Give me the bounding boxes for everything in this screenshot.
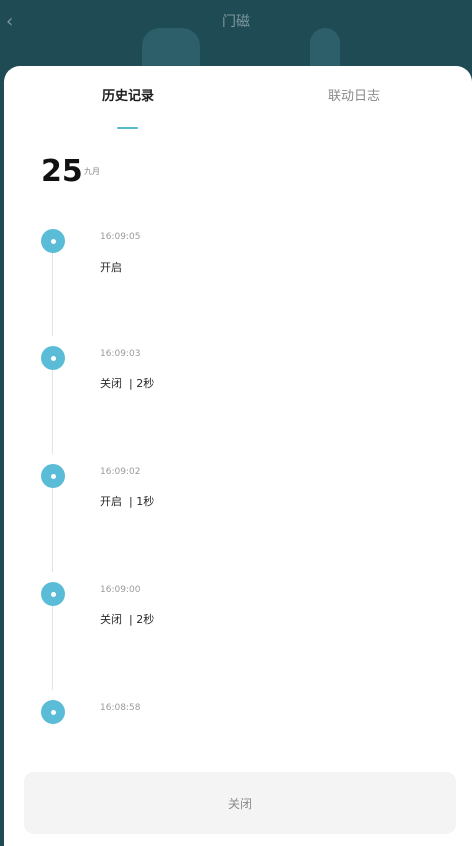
tab-bar: 历史记录 联动日志 [4,66,472,136]
timeline-dot [41,700,65,724]
record-time: 16:09:02 [100,467,141,477]
record-state: 开启 [100,261,122,274]
timeline-dot [41,582,65,606]
app-bar: ‹ 门磁 [0,0,472,66]
date-month: 九月 [84,167,100,176]
record-time: 16:09:03 [100,349,141,359]
timeline-dot [41,346,65,370]
timeline-dot [41,229,65,253]
timeline-connector [52,606,53,690]
record-time: 16:08:58 [100,703,141,713]
timeline-connector [52,252,53,336]
tab-indicator [117,127,138,129]
record-state: 开启 | 1秒 [100,495,155,508]
page-title: 门磁 [222,14,250,30]
close-button[interactable]: 关闭 [24,772,456,834]
record-time: 16:09:05 [100,232,141,242]
tab-history[interactable]: 历史记录 [102,88,154,106]
date-day: 25 [41,154,83,189]
record-state: 关闭 | 2秒 [100,377,155,390]
timeline-dot [41,464,65,488]
tab-linkage-log[interactable]: 联动日志 [328,88,380,106]
timeline-connector [52,488,53,572]
record-time: 16:09:00 [100,585,141,595]
record-state: 关闭 | 2秒 [100,613,155,626]
timeline: 16:09:05 开启 16:09:03 关闭 | 2秒 16:09:02 开启… [4,216,472,736]
history-bottom-sheet: 历史记录 联动日志 25 九月 16:09:05 开启 16:09:03 关闭 … [4,66,472,846]
timeline-connector [52,370,53,454]
